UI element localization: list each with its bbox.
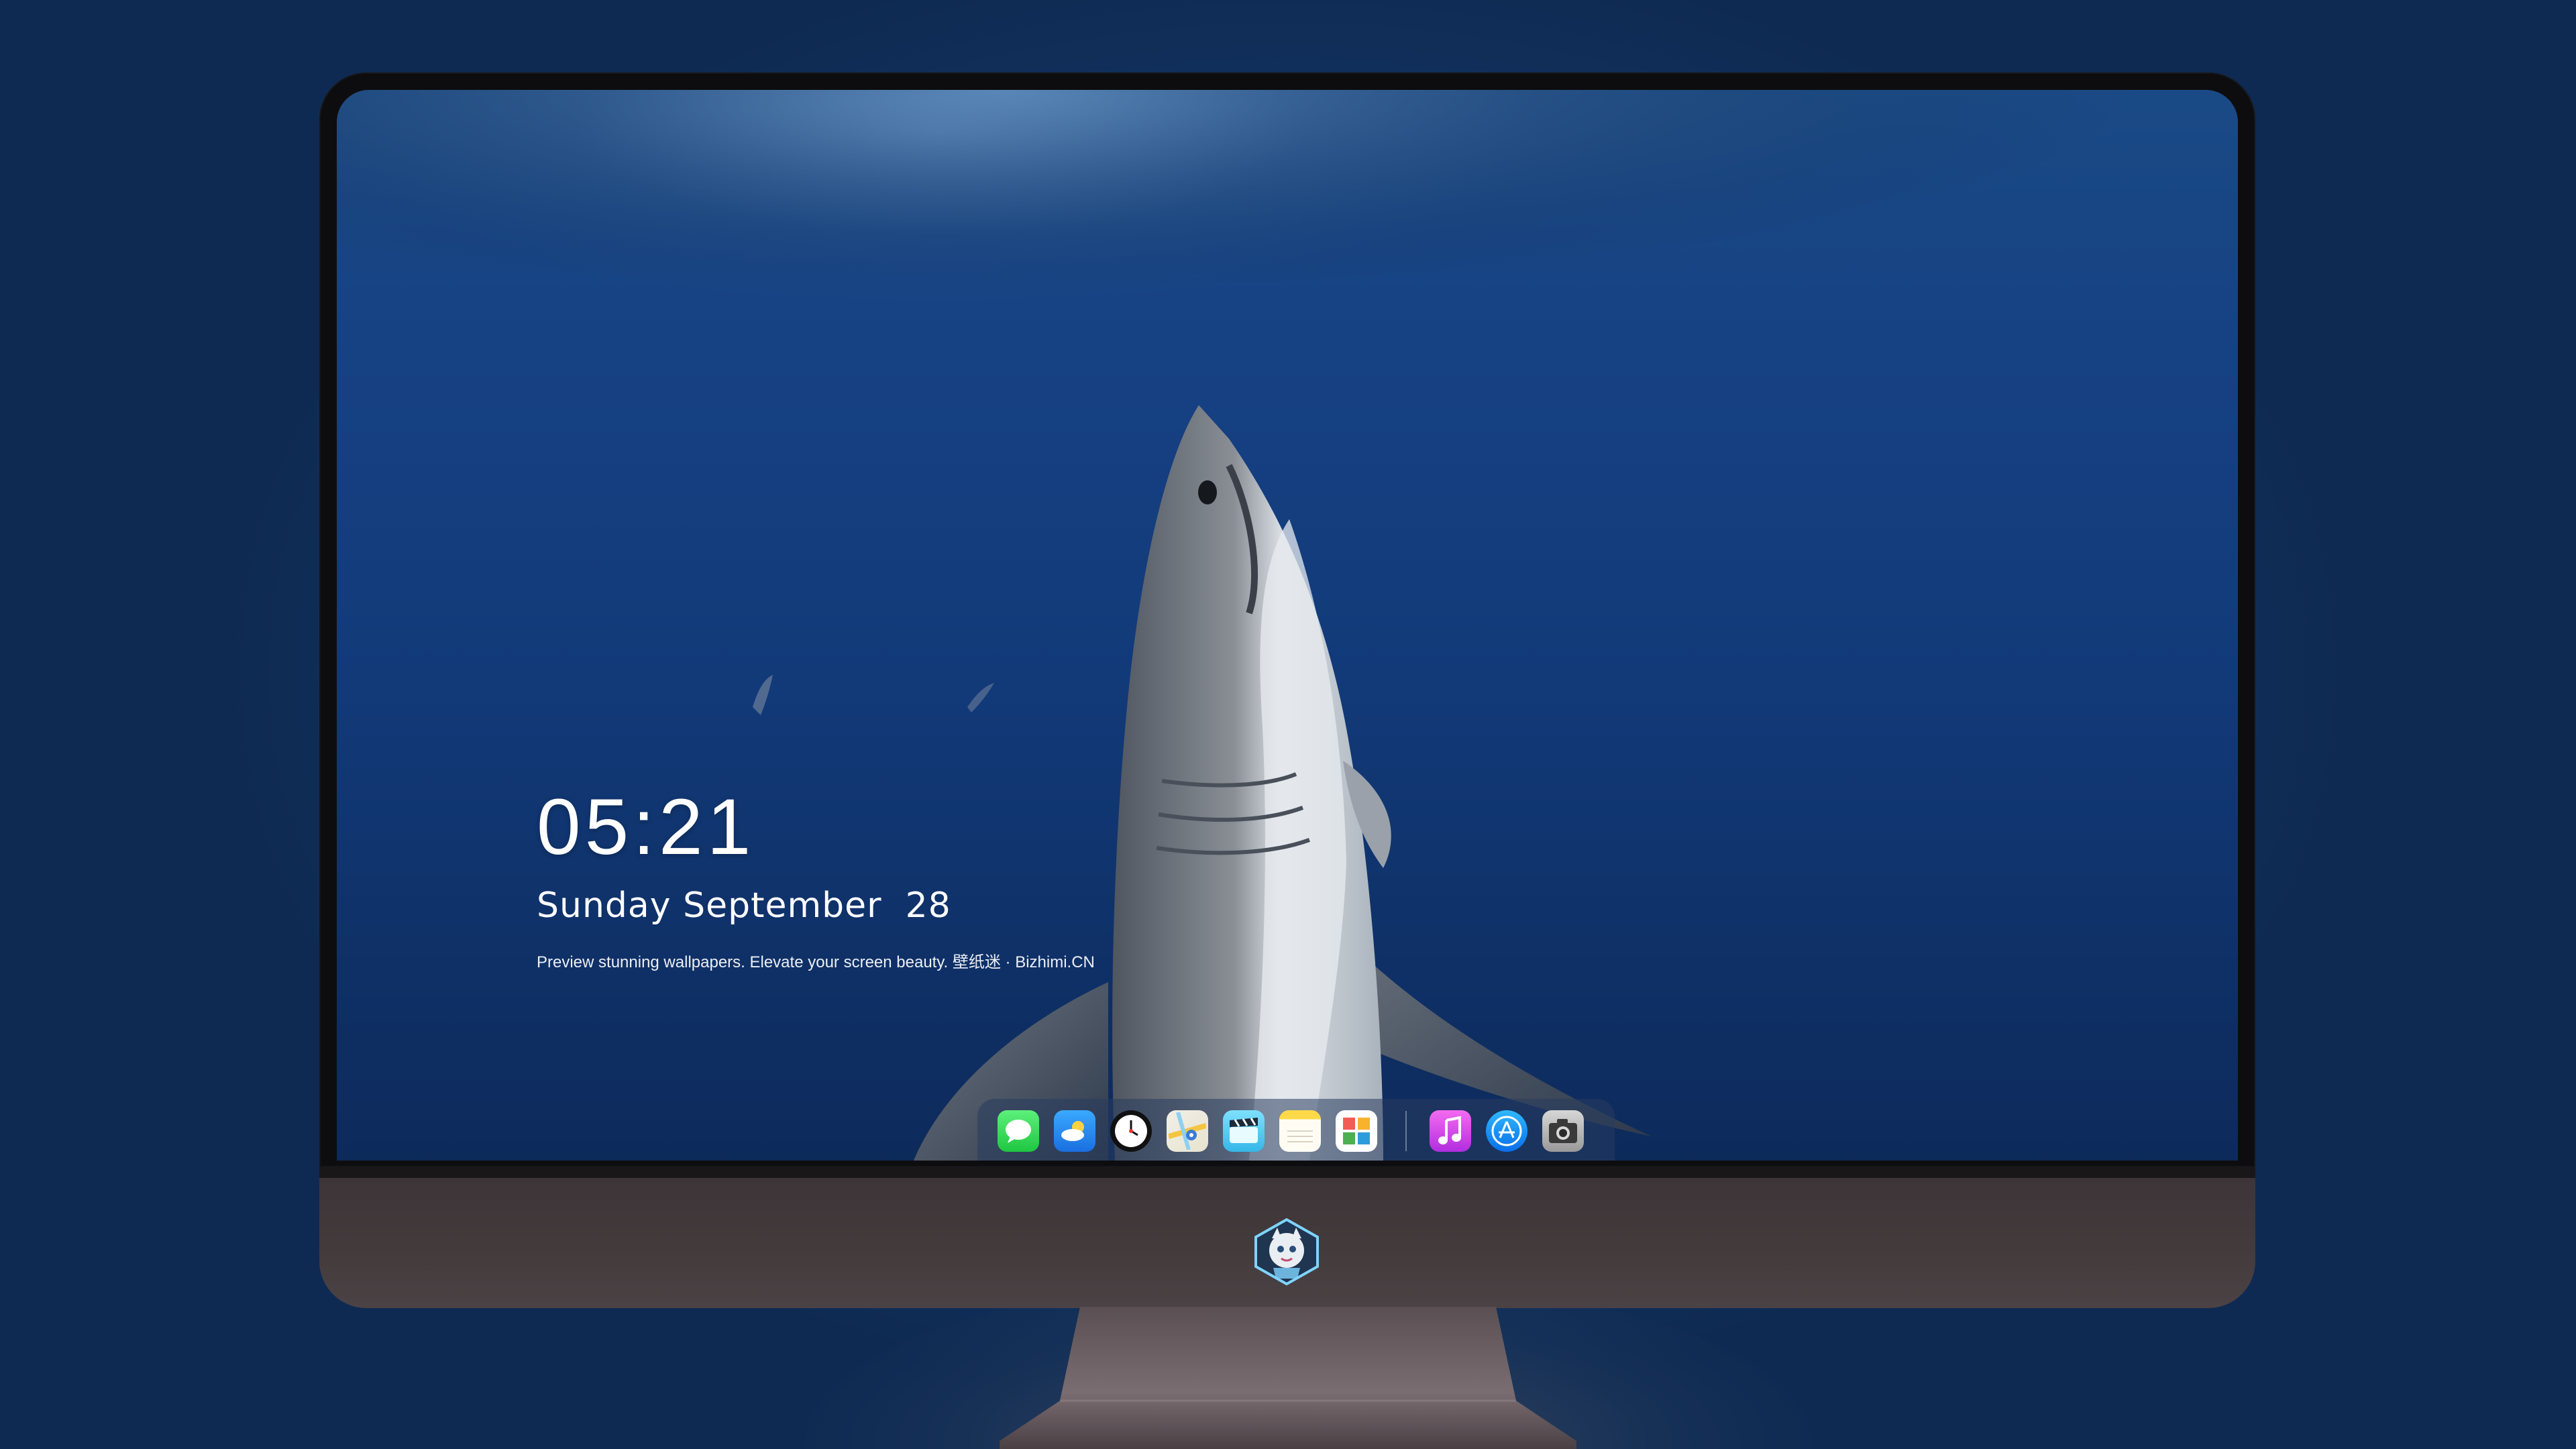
messages-icon[interactable]: [998, 1110, 1039, 1152]
monitor-stand: [1000, 1307, 1576, 1449]
photos-icon[interactable]: [1336, 1110, 1377, 1152]
clock-icon[interactable]: [1110, 1110, 1152, 1152]
notes-icon[interactable]: [1279, 1110, 1321, 1152]
app-store-icon[interactable]: [1486, 1110, 1527, 1152]
dock: [977, 1099, 1615, 1161]
camera-icon[interactable]: [1542, 1110, 1584, 1152]
clock-time: 05:21: [537, 783, 755, 871]
music-icon[interactable]: [1430, 1110, 1471, 1152]
monitor-bezel: 05:21 Sunday September 28 Preview stunni…: [319, 72, 2255, 1167]
clock-date: Sunday September 28: [537, 885, 951, 926]
weather-icon[interactable]: [1054, 1110, 1095, 1152]
lock-screen-clock: 05:21 Sunday September 28 Preview stunni…: [537, 788, 1095, 972]
clips-icon[interactable]: [1223, 1110, 1265, 1152]
desktop-background: 05:21 Sunday September 28 Preview stunni…: [0, 0, 2576, 1449]
dock-separator: [1405, 1111, 1407, 1151]
imac-monitor: 05:21 Sunday September 28 Preview stunni…: [319, 72, 2255, 1308]
bizhimi-logo-icon: [1254, 1218, 1319, 1285]
lock-screen[interactable]: 05:21 Sunday September 28 Preview stunni…: [337, 90, 2238, 1161]
monitor-chin: [319, 1167, 2255, 1308]
shark-wallpaper: [337, 90, 2238, 1161]
maps-icon[interactable]: [1167, 1110, 1208, 1152]
wallpaper-caption: Preview stunning wallpapers. Elevate you…: [537, 953, 1095, 971]
